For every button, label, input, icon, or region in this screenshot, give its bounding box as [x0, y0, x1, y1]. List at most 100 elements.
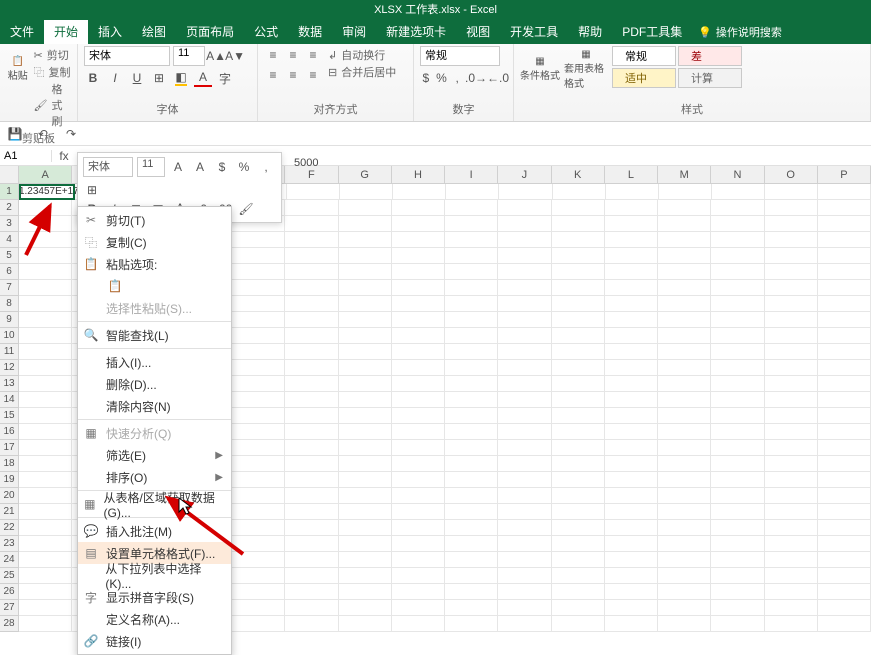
align-center-icon[interactable]: ≡	[284, 66, 302, 84]
cell[interactable]	[339, 536, 392, 552]
cell[interactable]	[232, 440, 285, 456]
cell[interactable]	[232, 296, 285, 312]
cell[interactable]	[818, 200, 871, 216]
cell[interactable]	[339, 408, 392, 424]
cell[interactable]	[445, 600, 498, 616]
font-color-button[interactable]: A	[194, 69, 212, 87]
cell[interactable]	[339, 488, 392, 504]
cell[interactable]	[711, 248, 764, 264]
save-icon[interactable]: 💾	[6, 125, 24, 143]
increase-font-icon[interactable]: A▲	[208, 47, 224, 65]
mini-borders-icon[interactable]: ⊞	[83, 181, 101, 199]
cell[interactable]	[765, 440, 818, 456]
cell[interactable]	[445, 504, 498, 520]
cell[interactable]	[658, 456, 711, 472]
cell[interactable]	[445, 296, 498, 312]
cell[interactable]	[232, 600, 285, 616]
cell[interactable]	[445, 280, 498, 296]
cell[interactable]	[392, 280, 445, 296]
cell[interactable]	[392, 440, 445, 456]
cell[interactable]	[765, 424, 818, 440]
mini-comma-icon[interactable]: ,	[257, 158, 275, 176]
mini-currency-icon[interactable]: $	[213, 158, 231, 176]
cell[interactable]	[445, 472, 498, 488]
cell[interactable]	[498, 472, 551, 488]
cell[interactable]	[339, 216, 392, 232]
cell[interactable]	[285, 232, 338, 248]
row-header[interactable]: 27	[0, 600, 19, 616]
cell[interactable]	[658, 392, 711, 408]
cell[interactable]	[19, 376, 72, 392]
cell[interactable]	[552, 312, 605, 328]
cell[interactable]	[19, 504, 72, 520]
cell[interactable]	[392, 456, 445, 472]
cm-cut[interactable]: ✂剪切(T)	[78, 209, 231, 231]
tab-pdf[interactable]: PDF工具集	[612, 20, 692, 44]
cell[interactable]	[445, 456, 498, 472]
cell[interactable]	[552, 568, 605, 584]
cell[interactable]	[711, 312, 764, 328]
cell[interactable]	[285, 616, 338, 632]
cell[interactable]	[19, 328, 72, 344]
cell[interactable]	[339, 616, 392, 632]
cm-copy[interactable]: ⿻复制(C)	[78, 231, 231, 253]
cell[interactable]	[765, 552, 818, 568]
cell[interactable]	[232, 568, 285, 584]
row-header[interactable]: 8	[0, 296, 19, 312]
cell[interactable]	[658, 280, 711, 296]
cell[interactable]	[339, 312, 392, 328]
row-header[interactable]: 3	[0, 216, 19, 232]
cell[interactable]	[552, 216, 605, 232]
cell[interactable]	[818, 280, 871, 296]
cell[interactable]	[711, 296, 764, 312]
cell[interactable]	[285, 568, 338, 584]
cell[interactable]	[232, 520, 285, 536]
cell[interactable]	[765, 264, 818, 280]
cell[interactable]	[552, 280, 605, 296]
cell[interactable]	[765, 312, 818, 328]
row-header[interactable]: 26	[0, 584, 19, 600]
cell[interactable]	[711, 264, 764, 280]
cell[interactable]	[605, 376, 658, 392]
cell[interactable]	[818, 360, 871, 376]
cell[interactable]	[445, 344, 498, 360]
cell[interactable]	[285, 520, 338, 536]
cell[interactable]	[765, 472, 818, 488]
cell[interactable]	[498, 392, 551, 408]
cm-paste-options[interactable]: 📋粘贴选项:	[78, 253, 231, 275]
cell[interactable]	[765, 584, 818, 600]
mini-format-painter-icon[interactable]: 🖌	[237, 200, 255, 218]
cell[interactable]	[232, 312, 285, 328]
cell[interactable]	[552, 584, 605, 600]
cell[interactable]	[232, 360, 285, 376]
cell[interactable]	[659, 184, 712, 200]
cell[interactable]	[445, 424, 498, 440]
cell[interactable]	[392, 328, 445, 344]
cell[interactable]	[339, 328, 392, 344]
cell[interactable]	[392, 424, 445, 440]
mini-percent-icon[interactable]: %	[235, 158, 253, 176]
cell[interactable]	[818, 392, 871, 408]
cell[interactable]	[658, 536, 711, 552]
cell[interactable]	[711, 600, 764, 616]
cell[interactable]	[339, 344, 392, 360]
cell[interactable]	[605, 248, 658, 264]
cell[interactable]	[658, 600, 711, 616]
row-header[interactable]: 9	[0, 312, 19, 328]
cell[interactable]	[232, 408, 285, 424]
cell[interactable]	[285, 280, 338, 296]
cell[interactable]	[339, 520, 392, 536]
border-button[interactable]: ⊞	[150, 69, 168, 87]
currency-button[interactable]: $	[420, 69, 432, 87]
cell[interactable]	[498, 408, 551, 424]
cell[interactable]	[339, 280, 392, 296]
number-format-select[interactable]: 常规	[420, 46, 500, 66]
column-header[interactable]: N	[711, 166, 764, 183]
cell[interactable]	[498, 216, 551, 232]
cell[interactable]	[232, 552, 285, 568]
cut-button[interactable]: ✂剪切	[34, 47, 71, 63]
cell[interactable]	[552, 424, 605, 440]
column-header[interactable]: G	[339, 166, 392, 183]
cell[interactable]	[605, 264, 658, 280]
cell[interactable]	[19, 584, 72, 600]
